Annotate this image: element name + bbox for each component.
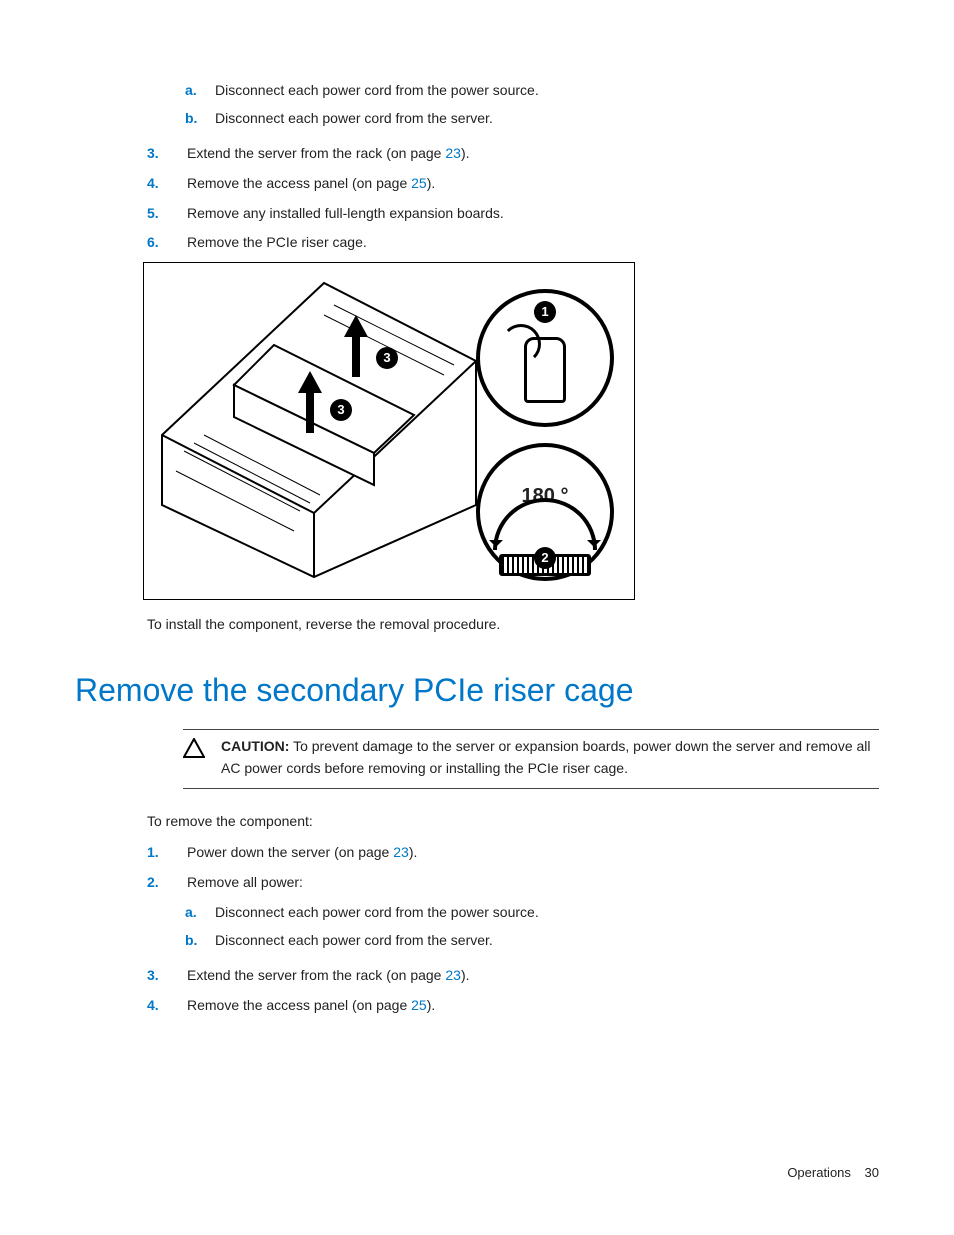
t: Extend the server from the rack (on page: [187, 145, 445, 161]
step: 5. Remove any installed full-length expa…: [147, 203, 879, 225]
step: 4. Remove the access panel (on page 25).: [147, 995, 879, 1017]
callout-badge: 3: [376, 347, 398, 369]
riser-cage-diagram: 3 3 1 180 ° 2: [143, 262, 635, 600]
callout-badge: 3: [330, 399, 352, 421]
caution-label: CAUTION:: [221, 738, 289, 754]
t: ).: [461, 145, 470, 161]
text: Remove all power:: [187, 872, 303, 894]
text: Remove the access panel (on page 25).: [187, 173, 435, 195]
t: ).: [409, 844, 418, 860]
step: 6. Remove the PCIe riser cage.: [147, 232, 879, 254]
marker: a.: [185, 80, 215, 102]
step: 4. Remove the access panel (on page 25).: [147, 173, 879, 195]
steps-bottom-a: 1. Power down the server (on page 23). 2…: [147, 842, 879, 893]
t: ).: [427, 997, 436, 1013]
marker: 4.: [147, 995, 187, 1017]
page-ref[interactable]: 25: [411, 997, 427, 1013]
text: Disconnect each power cord from the serv…: [215, 108, 493, 130]
caution-body: To prevent damage to the server or expan…: [221, 738, 871, 776]
page-ref[interactable]: 25: [411, 175, 427, 191]
callout-badge: 1: [534, 301, 556, 323]
page-footer: Operations 30: [787, 1163, 879, 1183]
arrow-up-icon: [344, 303, 368, 337]
t: Extend the server from the rack (on page: [187, 967, 445, 983]
caution-block: CAUTION: To prevent damage to the server…: [183, 729, 879, 788]
t: ).: [461, 967, 470, 983]
marker: 3.: [147, 143, 187, 165]
marker: 6.: [147, 232, 187, 254]
marker: 1.: [147, 842, 187, 864]
t: ).: [427, 175, 436, 191]
step: 3. Extend the server from the rack (on p…: [147, 143, 879, 165]
install-note: To install the component, reverse the re…: [147, 614, 879, 636]
step: 3. Extend the server from the rack (on p…: [147, 965, 879, 987]
arrow-up-icon: [298, 359, 322, 393]
text: Extend the server from the rack (on page…: [187, 143, 470, 165]
marker: b.: [185, 930, 215, 952]
t: Remove the access panel (on page: [187, 997, 411, 1013]
t: Remove the access panel (on page: [187, 175, 411, 191]
text: Disconnect each power cord from the serv…: [215, 930, 493, 952]
steps-top: 3. Extend the server from the rack (on p…: [147, 143, 879, 254]
sub-step: b. Disconnect each power cord from the s…: [185, 108, 879, 130]
caution-text: CAUTION: To prevent damage to the server…: [221, 736, 879, 779]
thumbscrew-icon: [524, 337, 566, 403]
detail-circle-2: 180 ° 2: [476, 443, 614, 581]
server-isometric-illustration: [154, 275, 484, 585]
intro-text: To remove the component:: [147, 811, 879, 833]
marker: a.: [185, 902, 215, 924]
step: 2. Remove all power:: [147, 872, 879, 894]
section-heading: Remove the secondary PCIe riser cage: [75, 666, 879, 716]
footer-section: Operations: [787, 1165, 851, 1180]
text: Remove the PCIe riser cage.: [187, 232, 367, 254]
steps-bottom-b: 3. Extend the server from the rack (on p…: [147, 965, 879, 1016]
text: Extend the server from the rack (on page…: [187, 965, 470, 987]
page-ref[interactable]: 23: [445, 145, 461, 161]
sub-step: b. Disconnect each power cord from the s…: [185, 930, 879, 952]
sub-steps-top: a. Disconnect each power cord from the p…: [185, 80, 879, 129]
page-ref[interactable]: 23: [393, 844, 409, 860]
caution-icon: [183, 736, 221, 779]
text: Power down the server (on page 23).: [187, 842, 417, 864]
marker: 4.: [147, 173, 187, 195]
detail-circle-1: 1: [476, 289, 614, 427]
callout-badge: 2: [534, 547, 556, 569]
t: Power down the server (on page: [187, 844, 393, 860]
sub-step: a. Disconnect each power cord from the p…: [185, 80, 879, 102]
text: Remove any installed full-length expansi…: [187, 203, 504, 225]
sub-steps-bottom: a. Disconnect each power cord from the p…: [185, 902, 879, 951]
text: Disconnect each power cord from the powe…: [215, 902, 539, 924]
text: Remove the access panel (on page 25).: [187, 995, 435, 1017]
sub-step: a. Disconnect each power cord from the p…: [185, 902, 879, 924]
marker: b.: [185, 108, 215, 130]
marker: 2.: [147, 872, 187, 894]
marker: 5.: [147, 203, 187, 225]
marker: 3.: [147, 965, 187, 987]
page-ref[interactable]: 23: [445, 967, 461, 983]
text: Disconnect each power cord from the powe…: [215, 80, 539, 102]
step: 1. Power down the server (on page 23).: [147, 842, 879, 864]
footer-page-number: 30: [865, 1165, 879, 1180]
